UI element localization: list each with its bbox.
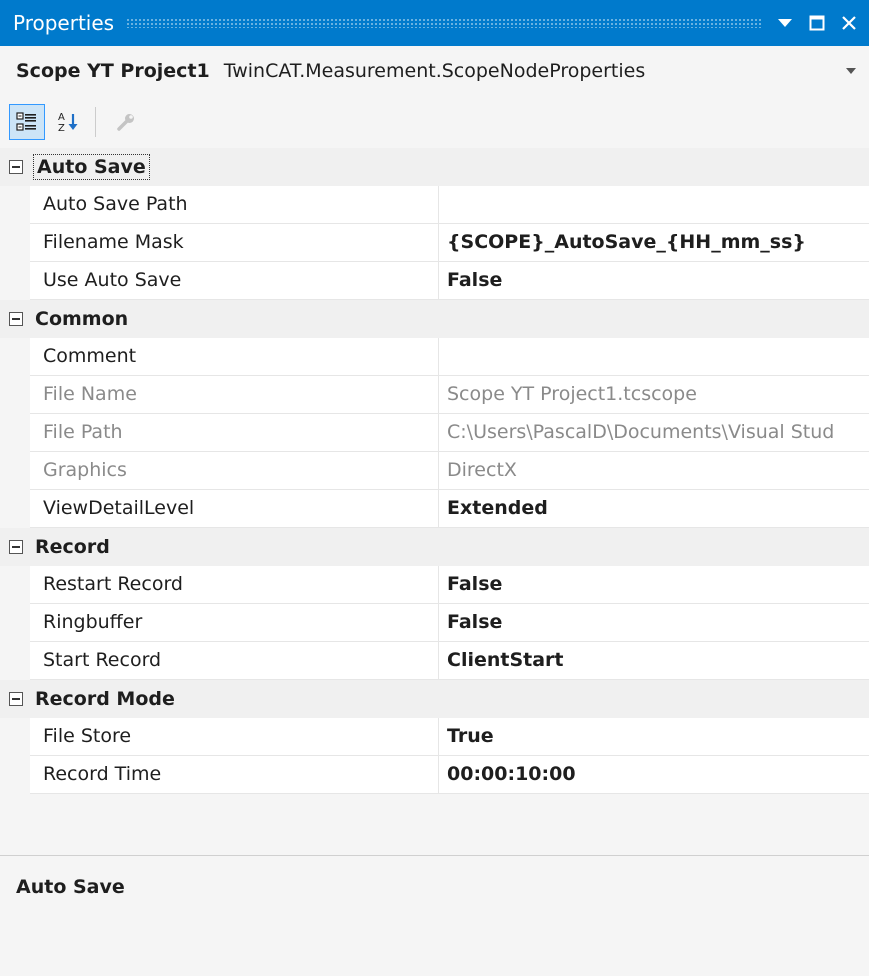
row-gutter xyxy=(0,224,30,262)
property-grid: Auto Save Auto Save Path Filename Mask {SCO… xyxy=(0,148,869,794)
property-row[interactable]: Restart Record False xyxy=(0,566,869,604)
row-gutter xyxy=(0,338,30,376)
property-name[interactable]: Filename Mask xyxy=(30,224,439,262)
category-row[interactable]: Record Mode xyxy=(0,680,869,718)
property-row[interactable]: File Name Scope YT Project1.tcscope xyxy=(0,376,869,414)
property-row[interactable]: Comment xyxy=(0,338,869,376)
property-row[interactable]: Start Record ClientStart xyxy=(0,642,869,680)
collapse-toggle-icon[interactable] xyxy=(9,540,23,554)
category-row[interactable]: Auto Save xyxy=(0,148,869,186)
row-gutter xyxy=(0,262,30,300)
object-selector-dropdown[interactable] xyxy=(841,68,861,74)
property-value[interactable]: ClientStart xyxy=(439,642,869,680)
category-label: Common xyxy=(35,308,129,330)
property-row[interactable]: Graphics DirectX xyxy=(0,452,869,490)
property-value[interactable] xyxy=(439,338,869,376)
row-gutter xyxy=(0,756,30,794)
property-value[interactable]: False xyxy=(439,566,869,604)
object-type: TwinCAT.Measurement.ScopeNodeProperties xyxy=(223,60,646,82)
toolbar-separator xyxy=(95,107,96,137)
property-value: Scope YT Project1.tcscope xyxy=(439,376,869,414)
property-value[interactable]: False xyxy=(439,262,869,300)
property-name[interactable]: Auto Save Path xyxy=(30,186,439,224)
wrench-icon xyxy=(117,114,134,131)
property-row[interactable]: Ringbuffer False xyxy=(0,604,869,642)
row-gutter xyxy=(0,718,30,756)
property-pages-button xyxy=(108,104,144,140)
window-titlebar: Properties xyxy=(0,0,869,46)
window-position-dropdown-button[interactable] xyxy=(773,11,797,35)
close-button[interactable] xyxy=(837,11,861,35)
row-gutter xyxy=(0,604,30,642)
property-name[interactable]: Ringbuffer xyxy=(30,604,439,642)
property-name[interactable]: Comment xyxy=(30,338,439,376)
property-value: C:\Users\PascalD\Documents\Visual Stud xyxy=(439,414,869,452)
property-row[interactable]: File Path C:\Users\PascalD\Documents\Visu… xyxy=(0,414,869,452)
object-name: Scope YT Project1 xyxy=(16,60,210,82)
property-row[interactable]: Filename Mask {SCOPE}_AutoSave_{HH_mm_ss} xyxy=(0,224,869,262)
grid-empty-area xyxy=(0,800,869,856)
svg-text:A: A xyxy=(58,112,65,123)
collapse-toggle-icon[interactable] xyxy=(9,312,23,326)
property-name[interactable]: ViewDetailLevel xyxy=(30,490,439,528)
category-label: Record Mode xyxy=(35,688,175,710)
property-value[interactable]: 00:00:10:00 xyxy=(439,756,869,794)
property-name[interactable]: Start Record xyxy=(30,642,439,680)
svg-text:Z: Z xyxy=(58,123,65,133)
property-value[interactable]: True xyxy=(439,718,869,756)
alphabetical-button[interactable]: A Z xyxy=(51,104,87,140)
property-name[interactable]: Restart Record xyxy=(30,566,439,604)
row-gutter xyxy=(0,186,30,224)
row-gutter xyxy=(0,452,30,490)
maximize-button[interactable] xyxy=(805,11,829,35)
property-row[interactable]: Auto Save Path xyxy=(0,186,869,224)
collapse-toggle-icon[interactable] xyxy=(9,692,23,706)
property-row[interactable]: Use Auto Save False xyxy=(0,262,869,300)
property-name[interactable]: Use Auto Save xyxy=(30,262,439,300)
property-name[interactable]: File Store xyxy=(30,718,439,756)
object-selector[interactable]: Scope YT Project1 TwinCAT.Measurement.Sc… xyxy=(0,46,869,96)
alphabetical-icon: A Z xyxy=(58,112,78,133)
property-value: DirectX xyxy=(439,452,869,490)
categorized-button[interactable] xyxy=(9,104,45,140)
property-value[interactable]: False xyxy=(439,604,869,642)
close-icon xyxy=(842,16,856,30)
category-row[interactable]: Common xyxy=(0,300,869,338)
property-name[interactable]: Record Time xyxy=(30,756,439,794)
properties-toolbar: A Z xyxy=(0,96,869,148)
caret-down-icon xyxy=(778,19,792,27)
property-name[interactable]: File Path xyxy=(30,414,439,452)
drag-grip[interactable] xyxy=(126,18,761,28)
property-row[interactable]: File Store True xyxy=(0,718,869,756)
maximize-icon xyxy=(809,15,825,31)
row-gutter xyxy=(0,490,30,528)
window-title: Properties xyxy=(13,11,115,35)
property-name[interactable]: File Name xyxy=(30,376,439,414)
category-label: Auto Save xyxy=(33,154,150,180)
chevron-down-icon xyxy=(846,68,856,74)
property-value[interactable]: Extended xyxy=(439,490,869,528)
property-row[interactable]: Record Time 00:00:10:00 xyxy=(0,756,869,794)
property-value[interactable] xyxy=(439,186,869,224)
category-row[interactable]: Record xyxy=(0,528,869,566)
property-row[interactable]: ViewDetailLevel Extended xyxy=(0,490,869,528)
property-name[interactable]: Graphics xyxy=(30,452,439,490)
property-value[interactable]: {SCOPE}_AutoSave_{HH_mm_ss} xyxy=(439,224,869,262)
collapse-toggle-icon[interactable] xyxy=(9,160,23,174)
categorized-icon xyxy=(16,112,36,131)
description-title: Auto Save xyxy=(16,876,125,898)
category-label: Record xyxy=(35,536,110,558)
row-gutter xyxy=(0,414,30,452)
description-pane: Auto Save xyxy=(0,856,869,976)
row-gutter xyxy=(0,642,30,680)
row-gutter xyxy=(0,376,30,414)
row-gutter xyxy=(0,566,30,604)
